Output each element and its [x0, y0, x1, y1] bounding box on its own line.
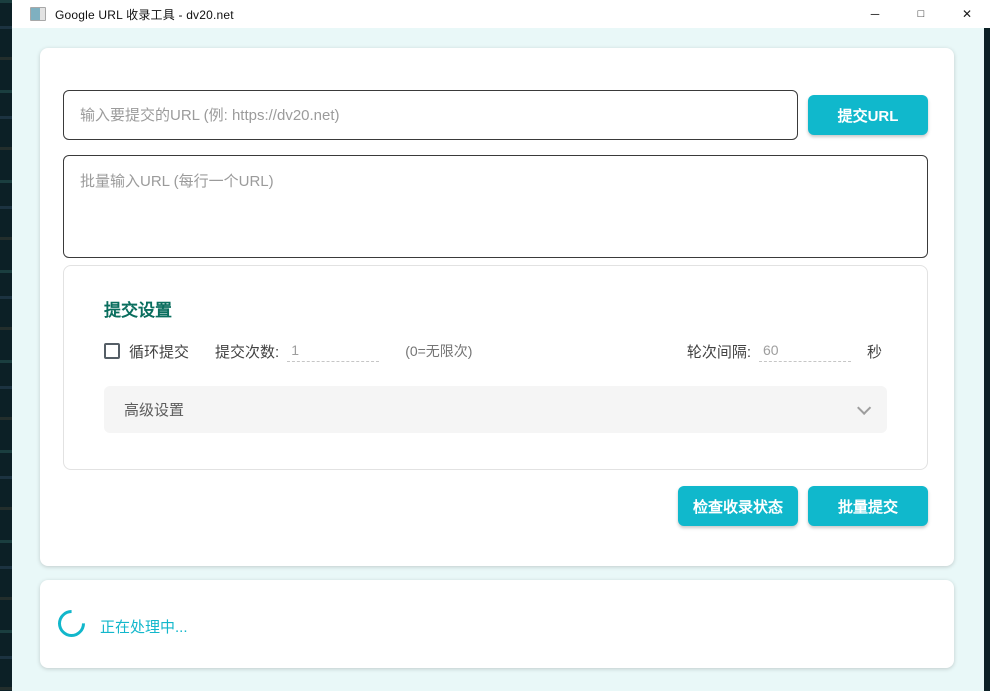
batch-submit-button[interactable]: 批量提交	[808, 486, 928, 526]
titlebar: Google URL 收录工具 - dv20.net ─ □ ✕	[12, 0, 990, 28]
loop-checkbox[interactable]	[104, 343, 120, 359]
interval-label: 轮次间隔:	[687, 341, 751, 362]
interval-input[interactable]	[759, 340, 851, 362]
settings-heading: 提交设置	[104, 296, 172, 321]
advanced-settings-toggle[interactable]: 高级设置	[104, 386, 887, 433]
window-controls: ─ □ ✕	[852, 0, 990, 28]
window-title: Google URL 收录工具 - dv20.net	[55, 6, 234, 23]
times-label: 提交次数:	[215, 341, 279, 362]
app-icon	[30, 7, 46, 21]
main-panel: 提交URL 提交设置 循环提交 提交次数: (0=无限次) 轮次间隔: 秒 高级…	[40, 48, 954, 566]
settings-panel: 提交设置 循环提交 提交次数: (0=无限次) 轮次间隔: 秒 高级设置	[63, 265, 928, 470]
advanced-settings-label: 高级设置	[124, 399, 184, 420]
settings-row: 循环提交 提交次数: (0=无限次) 轮次间隔: 秒	[104, 338, 882, 364]
loading-spinner-icon	[52, 604, 90, 642]
status-message: 正在处理中...	[100, 616, 188, 637]
close-button[interactable]: ✕	[944, 0, 990, 28]
batch-url-textarea[interactable]	[63, 155, 928, 258]
desktop-background-right	[984, 28, 990, 691]
submit-url-button[interactable]: 提交URL	[808, 95, 928, 135]
check-index-status-button[interactable]: 检查收录状态	[678, 486, 798, 526]
status-panel: 正在处理中...	[40, 580, 954, 668]
maximize-button[interactable]: □	[898, 0, 944, 28]
url-input[interactable]	[63, 90, 798, 140]
loop-checkbox-label: 循环提交	[129, 341, 189, 362]
chevron-down-icon	[857, 400, 871, 414]
interval-unit: 秒	[867, 341, 882, 362]
interval-group: 轮次间隔: 秒	[687, 340, 882, 362]
desktop-background-left	[0, 0, 12, 691]
minimize-button[interactable]: ─	[852, 0, 898, 28]
times-input[interactable]	[287, 340, 379, 362]
times-hint: (0=无限次)	[405, 341, 472, 361]
